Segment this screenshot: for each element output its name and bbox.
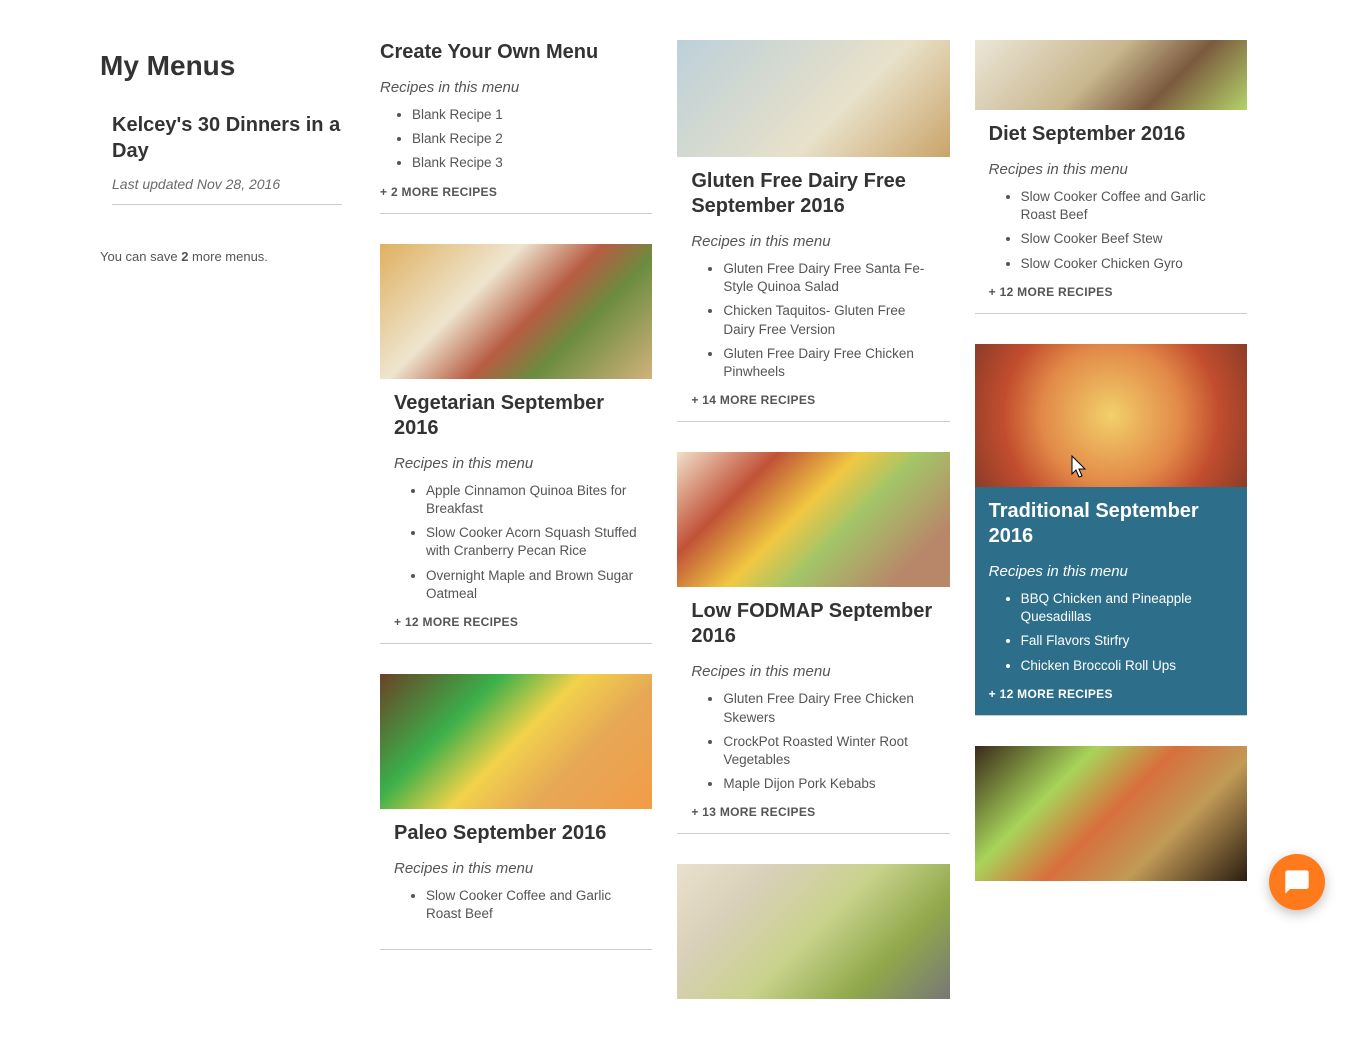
user-menu-card[interactable]: Kelcey's 30 Dinners in a Day Last update… xyxy=(100,112,350,219)
divider xyxy=(112,204,342,205)
menu-card-trad[interactable]: Traditional September 2016 Recipes in thi… xyxy=(975,344,1247,716)
recipe-item[interactable]: Maple Dijon Pork Kebabs xyxy=(723,775,935,793)
recipe-item[interactable]: BBQ Chicken and Pineapple Quesadillas xyxy=(1021,590,1233,626)
recipe-item[interactable]: Slow Cooker Chicken Gyro xyxy=(1021,255,1233,273)
recipe-list: Slow Cooker Coffee and Garlic Roast Beef xyxy=(394,887,638,923)
recipe-list: BBQ Chicken and Pineapple Quesadillas Fal… xyxy=(989,590,1233,675)
recipe-list: Gluten Free Dairy Free Santa Fe-Style Qu… xyxy=(691,260,935,381)
recipes-label: Recipes in this menu xyxy=(989,563,1233,580)
recipe-list: Gluten Free Dairy Free Chicken Skewers Cr… xyxy=(691,690,935,793)
recipes-label: Recipes in this menu xyxy=(691,663,935,680)
chat-button[interactable] xyxy=(1269,854,1325,910)
recipe-item[interactable]: Gluten Free Dairy Free Chicken Pinwheels xyxy=(723,345,935,381)
menu-thumbnail[interactable] xyxy=(380,674,652,809)
menu-thumbnail[interactable] xyxy=(975,40,1247,110)
recipes-label: Recipes in this menu xyxy=(691,233,935,250)
recipes-label: Recipes in this menu xyxy=(394,455,638,472)
recipe-item[interactable]: Slow Cooker Beef Stew xyxy=(1021,230,1233,248)
menu-thumbnail[interactable] xyxy=(975,746,1247,881)
menu-title: Gluten Free Dairy Free September 2016 xyxy=(691,169,935,219)
menu-card-pasta[interactable] xyxy=(975,746,1247,881)
user-menu-updated: Last updated Nov 28, 2016 xyxy=(112,176,342,192)
menu-thumbnail[interactable] xyxy=(677,452,949,587)
recipe-item[interactable]: Apple Cinnamon Quinoa Bites for Breakfas… xyxy=(426,482,638,518)
menu-title: Paleo September 2016 xyxy=(394,821,638,846)
menu-thumbnail[interactable] xyxy=(380,244,652,379)
menu-card-create[interactable]: Create Your Own Menu Recipes in this menu… xyxy=(380,40,652,214)
menu-title: Create Your Own Menu xyxy=(380,40,638,65)
recipe-list: Apple Cinnamon Quinoa Bites for Breakfas… xyxy=(394,482,638,603)
recipe-item[interactable]: Blank Recipe 1 xyxy=(412,106,638,124)
recipe-item[interactable]: Overnight Maple and Brown Sugar Oatmeal xyxy=(426,567,638,603)
recipe-item[interactable]: Slow Cooker Coffee and Garlic Roast Beef xyxy=(1021,188,1233,224)
recipe-item[interactable]: Slow Cooker Coffee and Garlic Roast Beef xyxy=(426,887,638,923)
more-recipes-link[interactable]: + 14 MORE RECIPES xyxy=(691,393,935,407)
recipe-item[interactable]: Slow Cooker Acorn Squash Stuffed with Cr… xyxy=(426,524,638,560)
menu-thumbnail[interactable] xyxy=(677,40,949,157)
more-recipes-link[interactable]: + 12 MORE RECIPES xyxy=(394,615,638,629)
menu-title: Traditional September 2016 xyxy=(989,499,1233,549)
sidebar: My Menus Kelcey's 30 Dinners in a Day La… xyxy=(100,40,350,264)
more-recipes-link[interactable]: + 12 MORE RECIPES xyxy=(989,687,1233,701)
more-recipes-link[interactable]: + 2 MORE RECIPES xyxy=(380,185,638,199)
more-recipes-link[interactable]: + 12 MORE RECIPES xyxy=(989,285,1233,299)
save-note: You can save 2 more menus. xyxy=(100,249,350,264)
recipe-item[interactable]: CrockPot Roasted Winter Root Vegetables xyxy=(723,733,935,769)
cursor-icon xyxy=(1069,454,1089,480)
recipe-item[interactable]: Gluten Free Dairy Free Chicken Skewers xyxy=(723,690,935,726)
recipes-label: Recipes in this menu xyxy=(394,860,638,877)
menu-card-diet[interactable]: Diet September 2016 Recipes in this menu S… xyxy=(975,40,1247,314)
recipe-list: Slow Cooker Coffee and Garlic Roast Beef… xyxy=(989,188,1233,273)
recipe-item[interactable]: Chicken Taquitos- Gluten Free Dairy Free… xyxy=(723,302,935,338)
menu-grid: Create Your Own Menu Recipes in this menu… xyxy=(380,40,1247,999)
menu-title: Diet September 2016 xyxy=(989,122,1233,147)
chat-icon xyxy=(1283,868,1311,896)
more-recipes-link[interactable]: + 13 MORE RECIPES xyxy=(691,805,935,819)
recipes-label: Recipes in this menu xyxy=(380,79,638,96)
menu-title: Vegetarian September 2016 xyxy=(394,391,638,441)
recipe-item[interactable]: Gluten Free Dairy Free Santa Fe-Style Qu… xyxy=(723,260,935,296)
menu-card-fodmap[interactable]: Low FODMAP September 2016 Recipes in this… xyxy=(677,452,949,834)
recipe-item[interactable]: Blank Recipe 3 xyxy=(412,154,638,172)
recipe-item[interactable]: Blank Recipe 2 xyxy=(412,130,638,148)
recipe-item[interactable]: Fall Flavors Stirfry xyxy=(1021,632,1233,650)
page-title: My Menus xyxy=(100,50,350,82)
menu-title: Low FODMAP September 2016 xyxy=(691,599,935,649)
menu-card-gfdf[interactable]: Gluten Free Dairy Free September 2016 Rec… xyxy=(677,40,949,422)
recipe-item[interactable]: Chicken Broccoli Roll Ups xyxy=(1021,657,1233,675)
menu-card-veg[interactable]: Vegetarian September 2016 Recipes in this… xyxy=(380,244,652,644)
menu-thumbnail[interactable] xyxy=(975,344,1247,487)
user-menu-title: Kelcey's 30 Dinners in a Day xyxy=(112,112,342,164)
menu-card-paleo[interactable]: Paleo September 2016 Recipes in this menu… xyxy=(380,674,652,950)
recipes-label: Recipes in this menu xyxy=(989,161,1233,178)
recipe-list: Blank Recipe 1 Blank Recipe 2 Blank Recipe… xyxy=(380,106,638,173)
